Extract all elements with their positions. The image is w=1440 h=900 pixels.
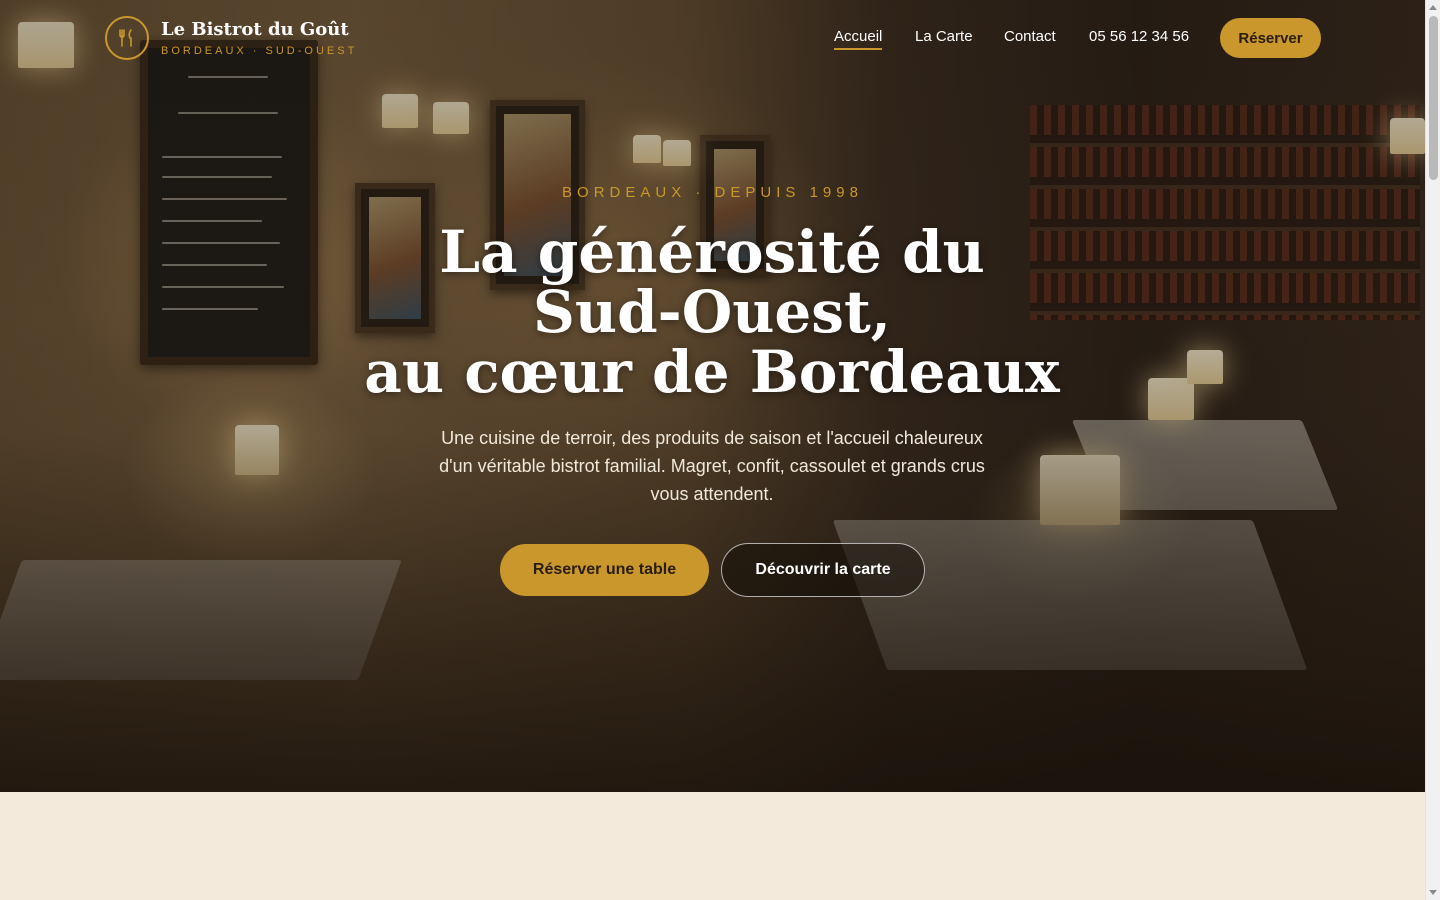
vertical-scrollbar[interactable]: [1425, 0, 1440, 900]
hero-headline-line1: La générosité du Sud-Ouest,: [439, 218, 985, 346]
logo[interactable]: [105, 16, 149, 60]
brand-name[interactable]: Le Bistrot du Goût: [161, 19, 349, 40]
fork-knife-icon: [119, 29, 132, 47]
nav-link-accueil[interactable]: Accueil: [834, 28, 883, 50]
site-header: Le Bistrot du Goût BORDEAUX · SUD-OUEST …: [0, 0, 1425, 76]
hero-section: Le Bistrot du Goût BORDEAUX · SUD-OUEST …: [0, 0, 1425, 792]
scrollbar-thumb[interactable]: [1429, 16, 1438, 180]
page: Le Bistrot du Goût BORDEAUX · SUD-OUEST …: [0, 0, 1425, 900]
nav-link-contact[interactable]: Contact: [1004, 28, 1056, 45]
brand-tagline: BORDEAUX · SUD-OUEST: [161, 45, 358, 57]
hero-headline: La générosité du Sud-Ouest, au cœur de B…: [362, 222, 1062, 402]
reserve-button[interactable]: Réserver: [1220, 18, 1321, 58]
hero-lead: Une cuisine de terroir, des produits de …: [439, 428, 985, 504]
nav-link-la-carte[interactable]: La Carte: [915, 28, 973, 45]
book-table-button[interactable]: Réserver une table: [500, 544, 709, 596]
hero-headline-line2: au cœur de Bordeaux: [364, 338, 1060, 406]
scroll-down-arrow-icon[interactable]: [1429, 890, 1437, 895]
hero-eyebrow: BORDEAUX · DEPUIS 1998: [562, 184, 863, 201]
discover-menu-button[interactable]: Découvrir la carte: [721, 543, 925, 597]
next-section: [0, 792, 1425, 900]
phone-link[interactable]: 05 56 12 34 56: [1089, 28, 1189, 45]
scroll-up-arrow-icon[interactable]: [1429, 5, 1437, 10]
